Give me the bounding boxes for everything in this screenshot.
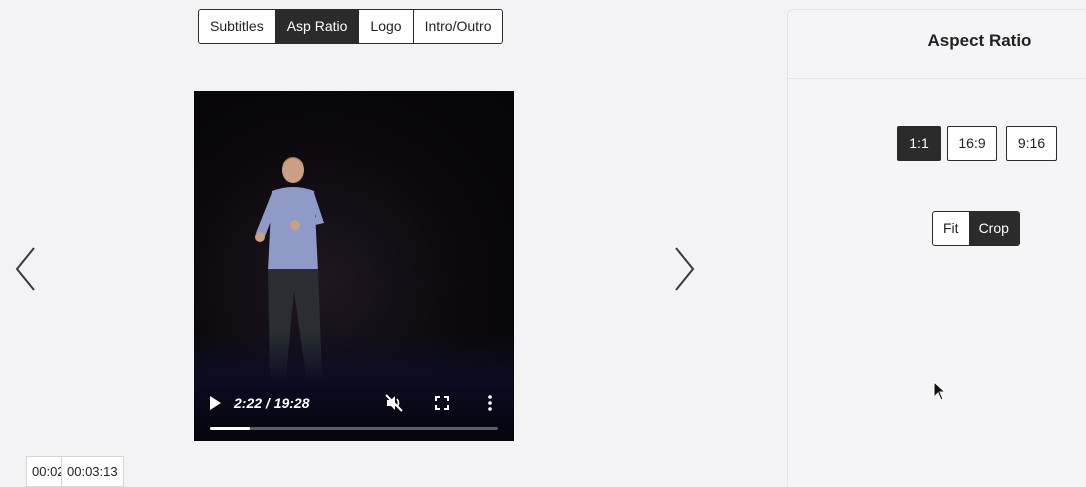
chevron-right-icon	[675, 247, 695, 291]
time-display: 2:22 / 19:28	[234, 395, 310, 411]
ratio-9-16-button[interactable]: 9:16	[1006, 126, 1057, 161]
mouse-cursor-icon	[933, 381, 947, 401]
fullscreen-icon[interactable]	[432, 393, 452, 413]
next-button[interactable]	[672, 245, 696, 293]
tab-intro-outro[interactable]: Intro/Outro	[414, 10, 503, 43]
ratio-16-9-button[interactable]: 16:9	[947, 126, 997, 161]
aspect-ratio-panel: Aspect Ratio 1:1 16:9 9:16 Fit Crop	[787, 9, 1086, 486]
chevron-left-icon	[15, 247, 35, 291]
editor-tab-bar: Subtitles Asp Ratio Logo Intro/Outro	[198, 9, 504, 44]
previous-button[interactable]	[14, 245, 38, 293]
video-controls: 2:22 / 19:28	[194, 371, 514, 441]
clip-end-time[interactable]: 00:03:13	[62, 457, 123, 486]
play-icon[interactable]	[208, 395, 222, 411]
tab-logo[interactable]: Logo	[359, 10, 414, 43]
progress-fill	[210, 427, 251, 430]
clip-start-time[interactable]: 00:02	[27, 457, 62, 486]
tab-aspect-ratio[interactable]: Asp Ratio	[275, 10, 360, 43]
fit-mode-toggle: Fit Crop	[932, 211, 1020, 246]
fit-button[interactable]: Fit	[933, 212, 969, 245]
video-player[interactable]: 2:22 / 19:28	[194, 91, 514, 441]
crop-button[interactable]: Crop	[968, 212, 1019, 245]
panel-title: Aspect Ratio	[788, 10, 1086, 79]
clip-timecodes: 00:02 00:03:13	[26, 456, 124, 487]
volume-muted-icon[interactable]	[384, 393, 404, 413]
progress-bar[interactable]	[210, 427, 498, 430]
tab-subtitles[interactable]: Subtitles	[199, 10, 276, 43]
ratio-1-1-button[interactable]: 1:1	[897, 126, 941, 161]
more-vertical-icon[interactable]	[480, 393, 500, 413]
